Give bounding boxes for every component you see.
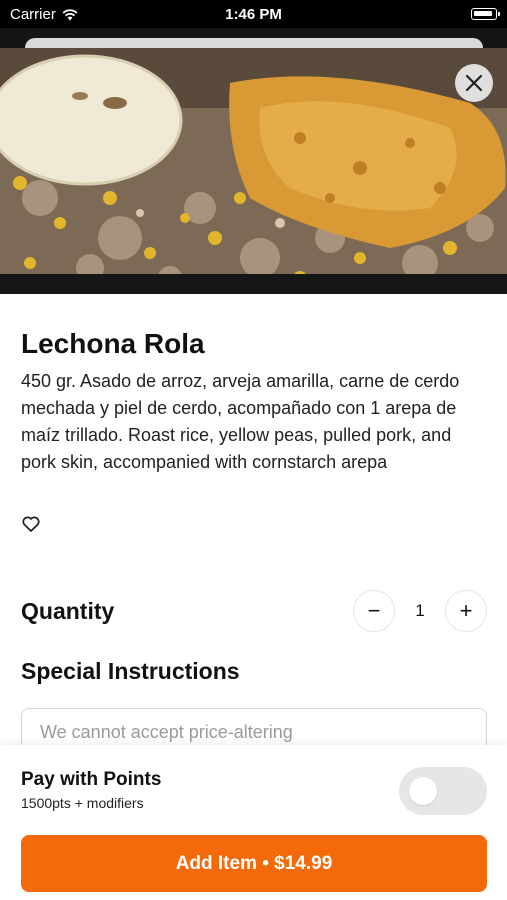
quantity-value: 1 [415, 601, 425, 620]
increase-quantity-button[interactable]: + [445, 590, 487, 632]
decrease-quantity-button[interactable]: − [353, 590, 395, 632]
special-instructions-label: Special Instructions [21, 658, 240, 684]
points-cost-label: 1500pts + modifiers [21, 795, 144, 811]
add-item-button[interactable]: Add Item • $14.99 [21, 835, 487, 892]
toggle-knob [409, 777, 437, 805]
close-icon [465, 74, 483, 92]
item-title: Lechona Rola [21, 328, 205, 359]
pay-with-points-label: Pay with Points [21, 769, 162, 790]
quantity-label: Quantity [21, 598, 115, 624]
pay-with-points-toggle[interactable] [399, 767, 487, 815]
status-bar: Carrier 1:46 PM [0, 0, 507, 28]
quantity-stepper: − 1 + [353, 590, 487, 632]
item-description: 450 gr. Asado de arroz, arveja amarilla,… [21, 371, 460, 472]
heart-outline-icon[interactable] [21, 514, 41, 534]
close-button[interactable] [455, 64, 493, 102]
battery-icon [471, 8, 500, 20]
dish-photo [0, 48, 507, 294]
checkout-panel: Pay with Points 1500pts + modifiers Add … [0, 745, 507, 900]
status-time: 1:46 PM [225, 6, 282, 23]
